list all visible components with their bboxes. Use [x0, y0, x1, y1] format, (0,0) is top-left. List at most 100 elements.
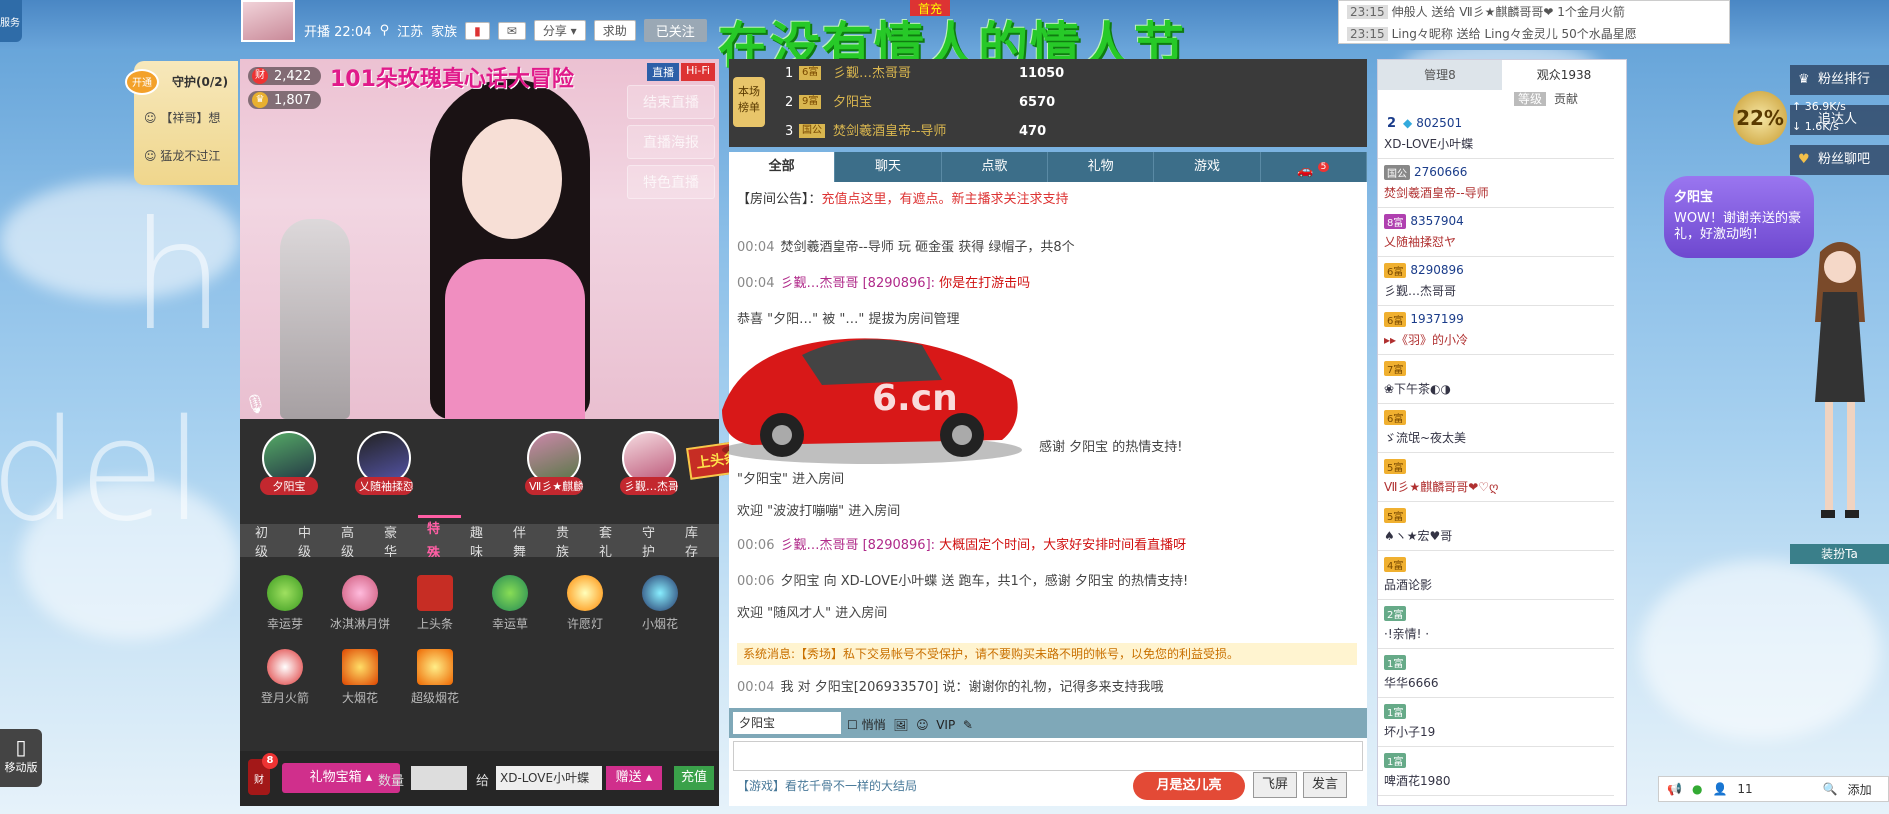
fan-avatar[interactable]: Ⅶ彡★麒麟	[525, 431, 583, 495]
gift-tab[interactable]: 贵族	[547, 522, 590, 560]
tab-viewers[interactable]: 观众1938	[1502, 60, 1626, 90]
avatar-doll	[1815, 242, 1865, 518]
tab-chat[interactable]: 聊天	[835, 152, 942, 182]
video-player[interactable]: 101朵玫瑰真心话大冒险 直播 Hi-Fi 财 2,422 ♛ 1,807 结束直播…	[240, 59, 719, 419]
rank-row[interactable]: 1 6富 彡觐…杰哥哥 11050	[785, 60, 1345, 87]
send-message-button[interactable]: 发言	[1303, 772, 1347, 798]
fan-name: 乂随袖揉怼	[355, 477, 413, 495]
user-row[interactable]: 2 ◆ 802501 XD-LOVE小叶蝶	[1378, 110, 1614, 159]
rank-row[interactable]: 3 国公 焚剑羲酒皇帝--导师 470	[785, 118, 1345, 145]
tab-song[interactable]: 点歌	[942, 152, 1048, 182]
user-row[interactable]: 6富 ゞ流氓~夜太美	[1378, 404, 1614, 453]
gift-item[interactable]: 幸运芽	[250, 575, 320, 632]
gift-item[interactable]: 冰淇淋月饼	[325, 575, 395, 632]
message-input[interactable]	[733, 741, 1363, 771]
family-label: 家族	[431, 25, 458, 40]
special-live-button[interactable]: 特色直播	[627, 165, 715, 199]
tab-game[interactable]: 游戏	[1154, 152, 1261, 182]
user-row[interactable]: 6富 1937199 ▸▸《羽》的小冷	[1378, 306, 1614, 355]
tab-car[interactable]: 🚗 5	[1261, 152, 1367, 182]
gift-item[interactable]: 小烟花	[625, 575, 695, 632]
fan-avatar[interactable]: 夕阳宝	[260, 431, 318, 495]
gift-tab[interactable]: 守护	[633, 522, 676, 560]
user-row[interactable]: 1富 啤酒花1980	[1378, 747, 1614, 796]
megaphone-icon[interactable]: 📢	[1667, 782, 1682, 796]
user-row[interactable]: 5富 Ⅶ彡★麒麟哥哥❤♡ღ	[1378, 453, 1614, 502]
dress-up-button[interactable]: 装扮Ta	[1790, 544, 1889, 564]
family-badge[interactable]: ▮	[465, 21, 490, 40]
crown-icon: ♛	[1798, 72, 1810, 87]
gift-item[interactable]: 超级烟花	[400, 649, 470, 706]
user-row[interactable]: 国公 2760666 焚剑羲酒皇帝--导师	[1378, 159, 1614, 208]
user-row[interactable]: 1富 坏小子19	[1378, 698, 1614, 747]
user-icon: ☺	[144, 149, 157, 163]
user-list-panel: 管理8 观众1938 等级 贡献 2 ◆ 802501 XD-LOVE小叶蝶 国公 276…	[1377, 59, 1627, 806]
wealth-counter[interactable]: 财8	[248, 753, 278, 795]
gift-item[interactable]: 上头条	[400, 575, 470, 632]
user-row[interactable]: 4富 品酒论影	[1378, 551, 1614, 600]
fly-screen-button[interactable]: 飞屏	[1253, 772, 1297, 798]
gift-tab[interactable]: 套礼	[590, 522, 633, 560]
gift-tab[interactable]: 高级	[332, 522, 375, 560]
sort-contrib[interactable]: 贡献	[1550, 92, 1582, 106]
follow-button[interactable]: 已关注	[643, 19, 707, 42]
chat-message: 00:04 我 对 夕阳宝[206933570] 说：谢谢你的礼物，记得多来支持我…	[737, 680, 1164, 695]
sort-level[interactable]: 等级	[1513, 92, 1546, 106]
game-hint-link[interactable]: 【游戏】看花千骨不一样的大结局	[737, 777, 917, 794]
whisper-checkbox[interactable]: ☐ 悄悄 🖼 ☺ VIP ✎	[847, 716, 973, 733]
user-row[interactable]: 2富 ·!亲情! ·	[1378, 600, 1614, 649]
fan-avatar[interactable]: 乂随袖揉怼	[355, 431, 413, 495]
gift-tab[interactable]: 伴舞	[504, 522, 547, 560]
gift-tab[interactable]: 趣味	[461, 522, 504, 560]
fan-rank-button[interactable]: ♛ 粉丝排行	[1790, 65, 1889, 95]
end-live-button[interactable]: 结束直播	[627, 85, 715, 119]
live-poster-button[interactable]: 直播海报	[627, 125, 715, 159]
feed-item: 23:15 伸般人 送给 Ⅶ彡★麒麟哥哥❤ 1个金月火箭	[1339, 1, 1729, 23]
chat-message: 欢迎 "随风才人" 进入房间	[737, 606, 888, 621]
mobile-version-button[interactable]: ▯ 移动版	[0, 729, 42, 787]
tab-gift[interactable]: 礼物	[1048, 152, 1155, 182]
chat-target-select[interactable]: 夕阳宝	[733, 712, 841, 734]
gift-tab[interactable]: 库存	[676, 522, 719, 560]
user-row[interactable]: 8富 8357904 乂随袖揉怼ヤ	[1378, 208, 1614, 257]
rank-row[interactable]: 2 9富 夕阳宝 6570	[785, 89, 1345, 116]
tab-admins[interactable]: 管理8	[1378, 60, 1502, 90]
gift-grid: 幸运芽 冰淇淋月饼 上头条 幸运草 许愿灯 小烟花 登月火箭 大烟花 超级烟花	[240, 557, 719, 751]
anchor-avatar[interactable]	[241, 0, 295, 42]
chat-message: 00:06 彡觐…杰哥哥 [8290896]: 大概固定个时间，大家好安排时间看直…	[737, 538, 1187, 553]
quantity-stepper[interactable]	[411, 766, 467, 790]
rank-tag[interactable]: 本场榜单	[733, 77, 765, 127]
network-percent: 22%	[1733, 91, 1787, 145]
gift-tab[interactable]: 豪华	[375, 522, 418, 560]
gift-item[interactable]: 大烟花	[325, 649, 395, 706]
gift-tab[interactable]: 中级	[289, 522, 332, 560]
fan-avatar[interactable]: 彡觐…杰哥	[620, 431, 678, 495]
chat-toolbar: 夕阳宝 ☐ 悄悄 🖼 ☺ VIP ✎	[729, 708, 1367, 738]
gift-item[interactable]: 幸运草	[475, 575, 545, 632]
send-gift-button[interactable]: 赠送 ▴	[606, 766, 662, 790]
session-rank-board: 本场榜单 1 6富 彡觐…杰哥哥 11050 2 9富 夕阳宝 6570 3 国公 焚剑羲酒皇帝…	[729, 59, 1367, 147]
help-button[interactable]: 求助	[593, 20, 636, 41]
user-row[interactable]: 6富 8290896 彡觐…杰哥哥	[1378, 257, 1614, 306]
recharge-button[interactable]: 充值	[674, 766, 714, 790]
recipient-select[interactable]: XD-LOVE小叶蝶	[496, 766, 602, 790]
user-row[interactable]: 1富 华华6666	[1378, 649, 1614, 698]
guard-item[interactable]: ☺ 【祥哥】想	[144, 109, 220, 126]
gift-item[interactable]: 登月火箭	[250, 649, 320, 706]
add-button[interactable]: 添加	[1848, 781, 1872, 798]
moon-bright-button[interactable]: 月是这儿亮	[1133, 772, 1245, 800]
user-row[interactable]: 5富 ♠ヽ★宏♥哥	[1378, 502, 1614, 551]
fan-chat-button[interactable]: ♥ 粉丝聊吧	[1790, 145, 1889, 175]
user-row[interactable]: 7富 ❀下午茶◐◑	[1378, 355, 1614, 404]
open-guard-button[interactable]: 开通	[125, 69, 159, 95]
gift-item[interactable]: 许愿灯	[550, 575, 620, 632]
service-tab[interactable]: 服务	[0, 0, 22, 42]
guard-item[interactable]: ☺ 猛龙不过江	[144, 147, 220, 164]
gift-tab[interactable]: 初级	[246, 522, 289, 560]
chat-message: 感谢 夕阳宝 的热情支持!	[1039, 440, 1183, 455]
search-icon[interactable]: 🔍	[1823, 782, 1838, 796]
mail-button[interactable]: ✉	[497, 21, 526, 40]
tab-all[interactable]: 全部	[729, 152, 836, 182]
share-button[interactable]: 分享 ▾	[533, 20, 586, 41]
mic-icon[interactable]: 🎙	[244, 394, 267, 415]
